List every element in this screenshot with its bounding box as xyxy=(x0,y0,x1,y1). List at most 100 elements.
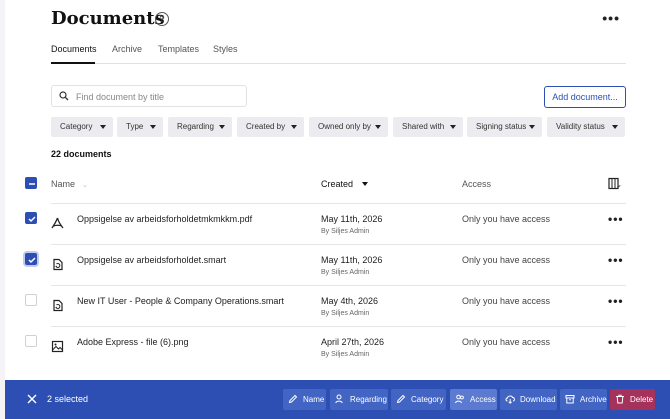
created-by: By Siljes Admin xyxy=(321,310,370,317)
filter-category[interactable]: Category xyxy=(51,117,113,137)
filter-label: Type xyxy=(126,122,144,131)
caret-down-icon xyxy=(100,125,106,129)
bulk-access-button[interactable]: Access xyxy=(450,389,497,410)
table-row[interactable]: New IT User - People & Company Operation… xyxy=(51,285,626,326)
document-name[interactable]: Oppsigelse av arbeidsforholdetmkmkkm.pdf xyxy=(77,214,252,224)
document-count: 22 documents xyxy=(51,149,112,159)
image-icon xyxy=(51,340,64,353)
pdf-icon xyxy=(51,217,64,229)
smart-doc-icon xyxy=(53,258,63,271)
tab-bar: Documents Archive Templates Styles xyxy=(51,44,626,64)
bulk-rename-button[interactable]: Name xyxy=(283,389,326,410)
caret-down-icon xyxy=(529,125,535,129)
created-by: By Siljes Admin xyxy=(321,351,370,358)
row-checkbox[interactable] xyxy=(25,294,37,306)
caret-down-icon xyxy=(450,125,456,129)
document-name[interactable]: New IT User - People & Company Operation… xyxy=(77,296,284,306)
table-row[interactable]: Adobe Express - file (6).png April 27th,… xyxy=(51,326,626,367)
filter-label: Shared with xyxy=(402,122,445,131)
tab-templates[interactable]: Templates xyxy=(158,44,199,64)
column-header-access: Access xyxy=(462,179,492,189)
column-header-name[interactable]: Name xyxy=(51,179,75,189)
smart-doc-icon xyxy=(53,299,63,312)
row-more-icon[interactable]: ••• xyxy=(608,253,624,267)
filter-signing-status[interactable]: Signing status xyxy=(467,117,542,137)
bulk-action-label: Archive xyxy=(580,395,607,404)
row-more-icon[interactable]: ••• xyxy=(608,212,624,226)
selection-count: 2 selected xyxy=(47,394,89,404)
bulk-regarding-button[interactable]: Regarding xyxy=(330,389,388,410)
bulk-action-bar: 2 selected Name Regarding Category Acces… xyxy=(5,380,670,419)
bulk-action-label: Regarding xyxy=(350,395,387,404)
page-title: Documents xyxy=(51,8,165,29)
tab-documents[interactable]: Documents xyxy=(51,44,97,64)
document-name[interactable]: Adobe Express - file (6).png xyxy=(77,337,189,347)
add-document-button[interactable]: Add document... xyxy=(544,86,626,108)
help-icon[interactable]: ? xyxy=(155,12,169,26)
filter-regarding[interactable]: Regarding xyxy=(168,117,232,137)
filter-label: Owned only by xyxy=(318,122,371,131)
page-header: Documents ? ••• xyxy=(51,8,626,32)
column-settings-icon[interactable] xyxy=(608,177,621,190)
pencil-icon xyxy=(396,394,406,404)
bulk-download-button[interactable]: Download xyxy=(500,389,557,410)
check-icon xyxy=(28,257,36,264)
select-all-checkbox[interactable] xyxy=(25,177,37,189)
search-input[interactable] xyxy=(76,89,241,104)
caret-down-icon xyxy=(219,125,225,129)
trash-icon xyxy=(616,394,624,404)
column-header-created[interactable]: Created xyxy=(321,179,353,189)
access-status: Only you have access xyxy=(462,296,551,306)
bulk-action-label: Download xyxy=(520,395,556,404)
filter-owned-only-by[interactable]: Owned only by xyxy=(309,117,388,137)
tab-styles[interactable]: Styles xyxy=(213,44,238,64)
table-row[interactable]: Oppsigelse av arbeidsforholdetmkmkkm.pdf… xyxy=(51,203,626,244)
bulk-action-label: Delete xyxy=(630,395,654,404)
filter-label: Created by xyxy=(246,122,286,131)
cloud-download-icon xyxy=(505,395,515,404)
filter-validity-status[interactable]: Validity status xyxy=(547,117,625,137)
created-date: May 4th, 2026 xyxy=(321,296,379,306)
caret-down-icon xyxy=(291,125,297,129)
bulk-action-label: Name xyxy=(303,395,325,404)
filter-created-by[interactable]: Created by xyxy=(237,117,304,137)
sort-chevron-icon[interactable]: ⌄ xyxy=(82,181,88,189)
bulk-action-label: Category xyxy=(411,395,444,404)
row-checkbox[interactable] xyxy=(25,253,37,265)
bulk-category-button[interactable]: Category xyxy=(391,389,446,410)
more-options-icon[interactable]: ••• xyxy=(602,10,620,26)
minus-icon xyxy=(29,183,35,185)
access-status: Only you have access xyxy=(462,214,551,224)
document-name[interactable]: Oppsigelse av arbeidsforholdet.smart xyxy=(77,255,226,265)
filter-label: Category xyxy=(60,122,93,131)
access-status: Only you have access xyxy=(462,255,551,265)
table-row[interactable]: Oppsigelse av arbeidsforholdet.smart May… xyxy=(51,244,626,285)
tab-archive[interactable]: Archive xyxy=(112,44,142,64)
created-by: By Siljes Admin xyxy=(321,228,370,235)
user-edit-icon xyxy=(335,394,343,404)
created-by: By Siljes Admin xyxy=(321,269,370,276)
filter-type[interactable]: Type xyxy=(117,117,163,137)
close-icon[interactable] xyxy=(27,394,37,404)
bulk-delete-button[interactable]: Delete xyxy=(610,389,655,410)
users-icon xyxy=(455,394,464,404)
search-icon xyxy=(59,91,69,101)
row-more-icon[interactable]: ••• xyxy=(608,335,624,349)
caret-down-icon xyxy=(375,125,381,129)
created-date: April 27th, 2026 xyxy=(321,337,385,347)
caret-down-icon xyxy=(612,125,618,129)
row-checkbox[interactable] xyxy=(25,212,37,224)
search-box xyxy=(51,85,247,107)
row-checkbox[interactable] xyxy=(25,335,37,347)
caret-down-icon xyxy=(150,125,156,129)
filter-label: Validity status xyxy=(556,122,605,131)
bulk-archive-button[interactable]: Archive xyxy=(560,389,607,410)
filter-shared-with[interactable]: Shared with xyxy=(393,117,463,137)
access-status: Only you have access xyxy=(462,337,551,347)
pencil-icon xyxy=(288,394,298,404)
row-more-icon[interactable]: ••• xyxy=(608,294,624,308)
bulk-action-label: Access xyxy=(470,395,496,404)
caret-down-icon[interactable] xyxy=(362,182,368,186)
filter-label: Signing status xyxy=(476,122,527,131)
filter-label: Regarding xyxy=(177,122,214,131)
